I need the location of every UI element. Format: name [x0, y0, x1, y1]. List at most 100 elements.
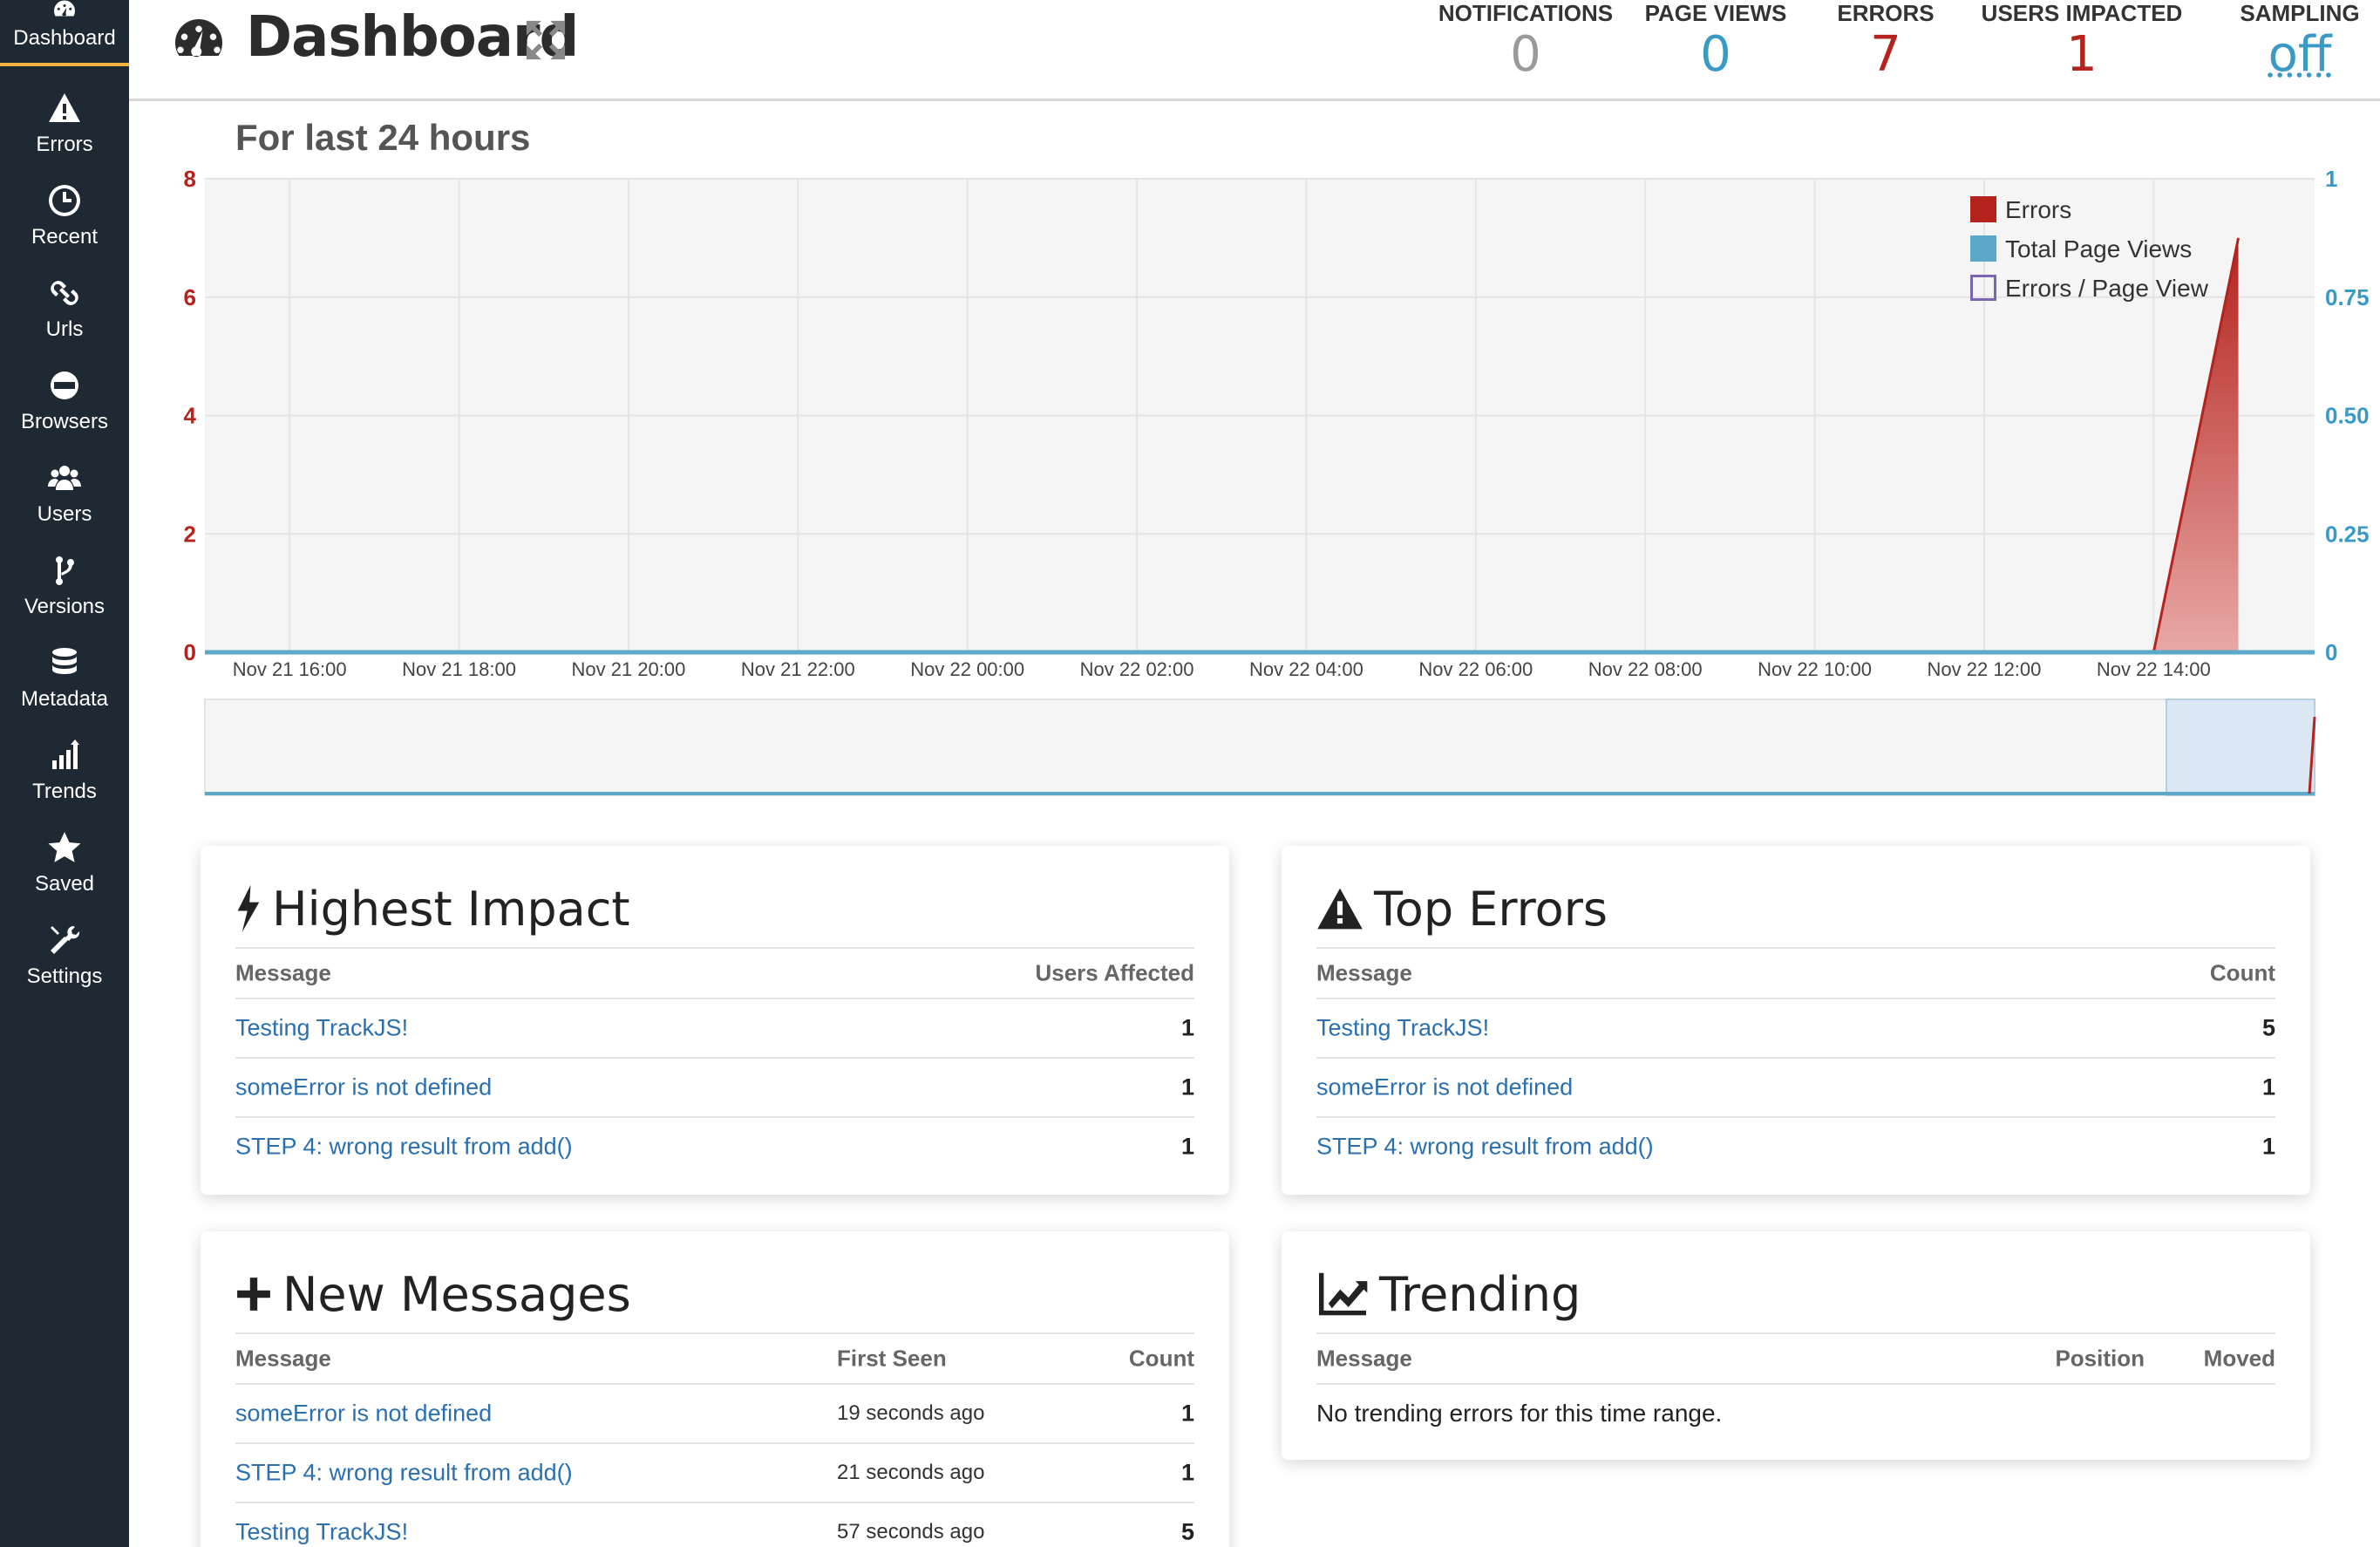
star-icon	[48, 832, 81, 862]
stat-errors[interactable]: ERRORS 7	[1816, 0, 1955, 80]
message-link[interactable]: Testing TrackJS!	[235, 1015, 408, 1042]
stat-label: ERRORS	[1837, 0, 1935, 26]
y-right-tick-label: 0.75	[2325, 284, 2370, 310]
plus-icon	[237, 1278, 270, 1311]
link-icon	[51, 281, 78, 305]
x-tick-label: Nov 21 18:00	[402, 658, 516, 680]
sidebar-item-trends[interactable]: Trends	[0, 738, 129, 830]
column-header[interactable]: Users Affected	[1035, 960, 1194, 987]
sidebar-item-label: Recent	[31, 225, 99, 249]
chart-subtitle: For last 24 hours	[235, 117, 531, 158]
x-tick-label: Nov 22 06:00	[1418, 658, 1533, 680]
stat-label: USERS IMPACTED	[1981, 0, 2183, 26]
dashboard-icon	[54, 0, 75, 17]
stat-value: 1	[2066, 26, 2098, 83]
sidebar-item-label: Versions	[24, 595, 105, 618]
first-seen-time: 21 seconds ago	[837, 1461, 985, 1484]
message-link[interactable]: STEP 4: wrong result from add()	[235, 1134, 573, 1161]
sidebar-item-saved[interactable]: Saved	[0, 830, 129, 923]
stat-value: 7	[1870, 26, 1901, 83]
sidebar-nav: Dashboard Errors Recent Urls www Browser…	[0, 0, 129, 1547]
table-row[interactable]: someError is not defined 1	[235, 1057, 1194, 1116]
table-row[interactable]: Testing TrackJS! 1	[235, 998, 1194, 1057]
message-count: 1	[1180, 1400, 1194, 1427]
trending-panel: Trending Message Position Moved No trend…	[1282, 1231, 2310, 1460]
stat-users-impacted[interactable]: USERS IMPACTED 1	[1960, 0, 2204, 80]
table-header: Message Count	[1316, 947, 2275, 998]
sidebar-item-label: Saved	[34, 872, 95, 896]
sidebar-item-label: Metadata	[20, 687, 109, 711]
sidebar-item-users[interactable]: Users	[0, 460, 129, 553]
column-header[interactable]: First Seen	[837, 1346, 947, 1373]
empty-message: No trending errors for this time range.	[1316, 1400, 1723, 1427]
stat-sampling[interactable]: SAMPLING off	[2221, 0, 2378, 80]
y-left-tick-label: 6	[184, 284, 196, 310]
table-row[interactable]: Testing TrackJS! 57 seconds ago 5	[235, 1502, 1194, 1547]
column-header[interactable]: Message	[235, 960, 331, 987]
sidebar-item-browsers[interactable]: www Browsers	[0, 368, 129, 460]
users-affected-count: 1	[1180, 1133, 1194, 1160]
table-row[interactable]: someError is not defined 1	[1316, 1057, 2275, 1116]
highest-impact-panel: Highest Impact Message Users Affected Te…	[201, 846, 1229, 1195]
column-header[interactable]: Position	[2055, 1346, 2145, 1373]
table-header: Message Position Moved	[1316, 1332, 2275, 1383]
new-messages-table: Message First Seen Count someError is no…	[235, 1332, 1194, 1547]
sidebar-item-label: Users	[37, 502, 92, 526]
empty-row: No trending errors for this time range.	[1316, 1383, 2275, 1442]
panel-title: Highest Impact	[272, 881, 630, 937]
trend-chart-icon	[1319, 1272, 1368, 1316]
message-link[interactable]: someError is not defined	[1316, 1074, 1573, 1101]
sidebar-item-settings[interactable]: Settings	[0, 923, 129, 1015]
table-row[interactable]: someError is not defined 19 seconds ago …	[235, 1383, 1194, 1442]
message-link[interactable]: someError is not defined	[235, 1074, 492, 1101]
users-affected-count: 1	[1180, 1073, 1194, 1101]
message-count: 5	[1180, 1518, 1194, 1545]
sidebar-item-dashboard[interactable]: Dashboard	[0, 0, 129, 66]
stat-label: SAMPLING	[2240, 0, 2360, 26]
message-count: 1	[1180, 1459, 1194, 1486]
sidebar-item-metadata[interactable]: Metadata	[0, 645, 129, 738]
navigator-selection	[2166, 699, 2315, 796]
column-header[interactable]: Message	[1316, 1346, 1412, 1373]
stat-value: 0	[1700, 26, 1731, 83]
sidebar-item-label: Trends	[32, 780, 97, 803]
sidebar-item-recent[interactable]: Recent	[0, 183, 129, 276]
message-link[interactable]: STEP 4: wrong result from add()	[1316, 1134, 1654, 1161]
legend-label: Errors	[2005, 196, 2071, 223]
x-tick-label: Nov 21 16:00	[233, 658, 347, 680]
sidebar-item-label: Errors	[36, 133, 93, 156]
column-header[interactable]: Moved	[2204, 1346, 2275, 1373]
message-link[interactable]: Testing TrackJS!	[235, 1519, 408, 1546]
column-header[interactable]: Message	[235, 1346, 331, 1373]
message-link[interactable]: Testing TrackJS!	[1316, 1015, 1489, 1042]
stat-page-views[interactable]: PAGE VIEWS 0	[1629, 0, 1803, 80]
expand-icon[interactable]	[523, 17, 568, 63]
sidebar-item-urls[interactable]: Urls	[0, 276, 129, 368]
table-header: Message Users Affected	[235, 947, 1194, 998]
sidebar-item-versions[interactable]: Versions	[0, 553, 129, 645]
highest-impact-table: Message Users Affected Testing TrackJS! …	[235, 947, 1194, 1176]
users-affected-count: 1	[1180, 1014, 1194, 1041]
message-link[interactable]: STEP 4: wrong result from add()	[235, 1460, 573, 1487]
bolt-icon	[237, 885, 260, 932]
legend-swatch	[1970, 196, 1996, 222]
stat-notifications[interactable]: NOTIFICATIONS 0	[1412, 0, 1639, 80]
y-right-tick-label: 1	[2325, 166, 2337, 192]
table-row[interactable]: Testing TrackJS! 5	[1316, 998, 2275, 1057]
column-header[interactable]: Count	[1129, 1346, 1194, 1373]
table-row[interactable]: STEP 4: wrong result from add() 1	[1316, 1116, 2275, 1176]
column-header[interactable]: Count	[2210, 960, 2275, 987]
y-left-tick-label: 8	[184, 166, 196, 192]
errors-pageviews-chart[interactable]: Nov 21 16:00 Nov 21 18:00 Nov 21 20:00 Nov …	[157, 157, 2380, 802]
message-link[interactable]: someError is not defined	[235, 1400, 492, 1428]
stat-value[interactable]: off	[2221, 30, 2378, 80]
sidebar-item-errors[interactable]: Errors	[0, 91, 129, 183]
stat-label: PAGE VIEWS	[1644, 0, 1787, 26]
table-row[interactable]: STEP 4: wrong result from add() 1	[235, 1116, 1194, 1176]
sidebar-item-label: Dashboard	[13, 26, 116, 50]
table-row[interactable]: STEP 4: wrong result from add() 21 secon…	[235, 1442, 1194, 1502]
warning-icon	[1317, 888, 1363, 930]
column-header[interactable]: Message	[1316, 960, 1412, 987]
dashboard-icon	[175, 19, 222, 58]
trending-table: Message Position Moved No trending error…	[1316, 1332, 2275, 1442]
